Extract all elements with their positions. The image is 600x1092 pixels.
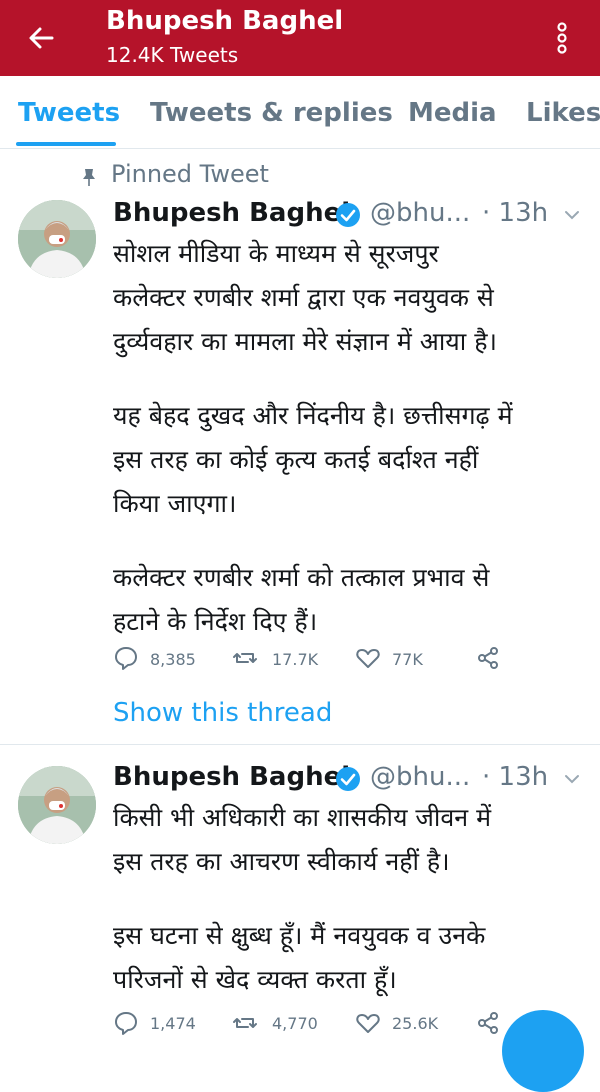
tab-tweets-replies[interactable]: Tweets & replies [150,98,393,128]
tweet-text-line: किसी भी अधिकारी का शासकीय जीवन में [113,803,492,832]
tweet-text-line: परिजनों से खेद व्यक्त करता हूँ। [113,965,397,994]
share-icon[interactable] [475,1010,501,1036]
tweet-author-name[interactable]: Bhupesh Baghel [113,762,350,792]
tweet-author-handle[interactable]: @bhu... [370,762,470,792]
heart-icon[interactable] [355,1010,381,1036]
retweet-icon[interactable] [232,1010,258,1036]
profile-title: Bhupesh Baghel [106,6,344,36]
tweet-text-line: यह बेहद दुखद और निंदनीय है। छत्तीसगढ़ मे… [113,401,513,430]
reply-count: 8,385 [150,650,196,669]
retweet-icon[interactable] [232,645,258,671]
tweet-text-line: इस घटना से क्षुब्ध हूँ। मैं नवयुवक व उनक… [113,921,486,950]
tab-tweets[interactable]: Tweets [18,98,120,128]
show-thread-link[interactable]: Show this thread [113,698,332,728]
verified-badge-icon [336,767,360,791]
pin-icon [83,169,95,186]
avatar[interactable] [18,766,96,844]
verified-badge-icon [336,203,360,227]
chevron-down-icon[interactable] [562,205,582,225]
tab-likes[interactable]: Likes [526,98,600,128]
profile-tabs: Tweets Tweets & replies Media Likes [0,76,600,149]
compose-tweet-button[interactable] [502,1010,584,1092]
retweet-count: 17.7K [272,650,319,669]
tweet-text-line: कलेक्टर रणबीर शर्मा को तत्काल प्रभाव से [113,563,490,592]
tweet-author-name[interactable]: Bhupesh Baghel [113,198,350,228]
tweet-text-line: किया जाएगा। [113,489,237,518]
arrow-left-icon[interactable] [22,18,62,58]
heart-icon[interactable] [355,645,381,671]
like-count: 77K [392,650,423,669]
chevron-down-icon[interactable] [562,769,582,789]
tweet-timestamp: · 13h [482,198,549,228]
avatar[interactable] [18,200,96,278]
share-icon[interactable] [475,645,501,671]
tweet-author-handle[interactable]: @bhu... [370,198,470,228]
tweet-count: 12.4K Tweets [106,43,239,67]
tweet-text-line: कलेक्टर रणबीर शर्मा द्वारा एक नवयुवक से [113,283,494,312]
tweet-text-line: सोशल मीडिया के माध्यम से सूरजपुर [113,239,439,268]
tweet-text-line: दुर्व्यवहार का मामला मेरे संज्ञान में आय… [113,327,497,356]
tab-media[interactable]: Media [408,98,497,128]
tweet-timestamp: · 13h [482,762,549,792]
tweet-text-line: इस तरह का कोई कृत्य कतई बर्दाश्त नहीं [113,445,479,474]
pinned-tweet-label: Pinned Tweet [111,160,269,188]
tweet-text-line: हटाने के निर्देश दिए हैं। [113,607,318,636]
top-bar: Bhupesh Baghel 12.4K Tweets [0,0,600,76]
tweet-divider [0,744,600,745]
reply-icon[interactable] [113,1010,139,1036]
reply-icon[interactable] [113,645,139,671]
tweet-text-line: इस तरह का आचरण स्वीकार्य नहीं है। [113,847,450,876]
more-vertical-icon[interactable] [548,18,576,58]
active-tab-indicator [16,142,116,146]
